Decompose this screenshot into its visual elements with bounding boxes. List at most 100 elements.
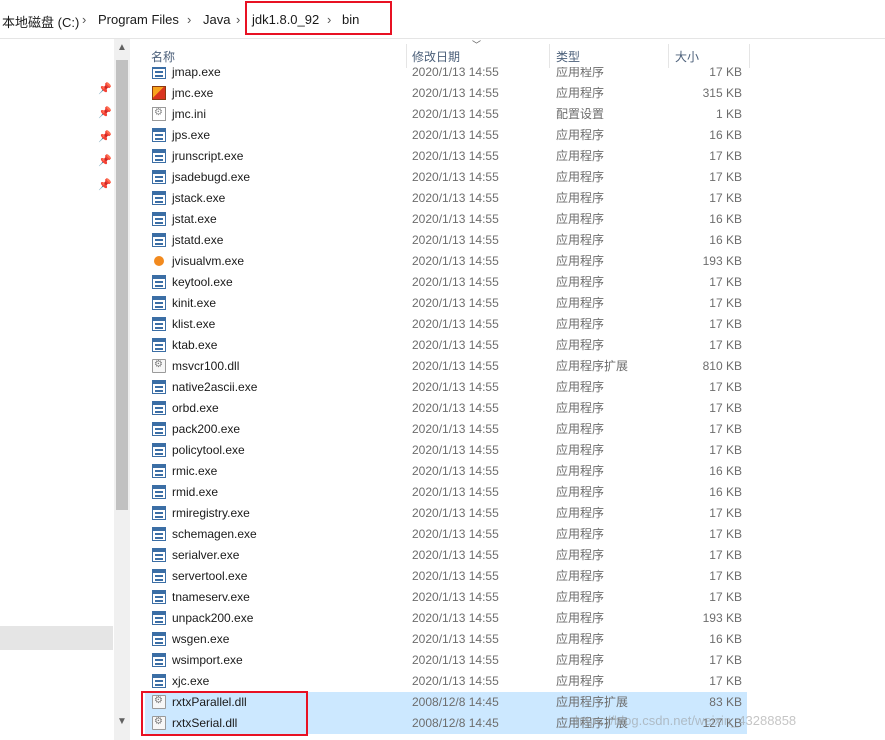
pin-icon: 📌: [98, 179, 112, 191]
file-size: 17 KB: [709, 380, 742, 394]
file-size: 17 KB: [709, 296, 742, 310]
file-type: 应用程序: [556, 590, 605, 604]
highlight-box: [245, 1, 392, 35]
file-row[interactable]: msvcr100.dll 2020/1/13 14:55 应用程序扩展 810 KB: [145, 356, 747, 377]
file-row[interactable]: orbd.exe 2020/1/13 14:55 应用程序 17 KB: [145, 398, 747, 419]
file-row[interactable]: jmc.exe 2020/1/13 14:55 应用程序 315 KB: [145, 83, 747, 104]
column-header-size[interactable]: 大小: [671, 44, 751, 68]
file-row[interactable]: rmiregistry.exe 2020/1/13 14:55 应用程序 17 KB: [145, 503, 747, 524]
file-size: 17 KB: [709, 275, 742, 289]
column-divider[interactable]: [549, 44, 550, 68]
watermark: https://blog.csdn.net/weixin_43288858: [575, 713, 797, 728]
dll-icon: [152, 359, 166, 373]
file-row[interactable]: jrunscript.exe 2020/1/13 14:55 应用程序 17 KB: [145, 146, 747, 167]
file-row[interactable]: pack200.exe 2020/1/13 14:55 应用程序 17 KB: [145, 419, 747, 440]
file-date: 2008/12/8 14:45: [412, 695, 499, 709]
ini-icon: [152, 107, 166, 121]
file-name: klist.exe: [172, 317, 216, 331]
column-divider[interactable]: [406, 44, 407, 68]
file-name: orbd.exe: [172, 401, 219, 415]
file-type: 应用程序: [556, 149, 605, 163]
file-row[interactable]: wsimport.exe 2020/1/13 14:55 应用程序 17 KB: [145, 650, 747, 671]
breadcrumb-chevron-icon[interactable]: ›: [187, 12, 191, 27]
file-row[interactable]: jsadebugd.exe 2020/1/13 14:55 应用程序 17 KB: [145, 167, 747, 188]
address-bar[interactable]: 本地磁盘 (C:) › Program Files › Java › jdk1.…: [0, 0, 885, 39]
highlight-box: [141, 691, 308, 736]
file-row[interactable]: ktab.exe 2020/1/13 14:55 应用程序 17 KB: [145, 335, 747, 356]
file-row[interactable]: jstack.exe 2020/1/13 14:55 应用程序 17 KB: [145, 188, 747, 209]
file-date: 2020/1/13 14:55: [412, 128, 499, 142]
pin-icon: 📌: [98, 107, 112, 119]
file-row[interactable]: jvisualvm.exe 2020/1/13 14:55 应用程序 193 KB: [145, 251, 747, 272]
navigation-pane[interactable]: 📌 📌 📌 📌 📌: [0, 39, 115, 740]
file-row[interactable]: serialver.exe 2020/1/13 14:55 应用程序 17 KB: [145, 545, 747, 566]
file-row[interactable]: jstatd.exe 2020/1/13 14:55 应用程序 16 KB: [145, 230, 747, 251]
file-type: 应用程序: [556, 653, 605, 667]
breadcrumb-chevron-icon[interactable]: ›: [236, 12, 240, 27]
file-row[interactable]: native2ascii.exe 2020/1/13 14:55 应用程序 17 KB: [145, 377, 747, 398]
column-divider[interactable]: [668, 44, 669, 68]
file-name: rmic.exe: [172, 464, 218, 478]
file-type: 应用程序: [556, 170, 605, 184]
breadcrumb-chevron-icon[interactable]: ›: [82, 12, 86, 27]
file-size: 1 KB: [715, 107, 742, 121]
file-size: 810 KB: [702, 359, 742, 373]
file-size: 17 KB: [709, 569, 742, 583]
breadcrumb-program-files[interactable]: Program Files: [98, 12, 179, 27]
file-row[interactable]: wsgen.exe 2020/1/13 14:55 应用程序 16 KB: [145, 629, 747, 650]
file-type: 应用程序: [556, 338, 605, 352]
breadcrumb-drive[interactable]: 本地磁盘 (C:): [2, 12, 79, 31]
file-type: 应用程序: [556, 86, 605, 100]
scroll-down-icon[interactable]: ▼: [115, 716, 129, 730]
jmc-icon: [152, 86, 166, 100]
file-name: ktab.exe: [172, 338, 218, 352]
file-date: 2020/1/13 14:55: [412, 107, 499, 121]
file-row[interactable]: klist.exe 2020/1/13 14:55 应用程序 17 KB: [145, 314, 747, 335]
file-row[interactable]: jmc.ini 2020/1/13 14:55 配置设置 1 KB: [145, 104, 747, 125]
file-type: 应用程序扩展: [556, 359, 629, 373]
column-header-type[interactable]: 类型: [552, 44, 667, 68]
file-size: 17 KB: [709, 422, 742, 436]
file-type: 应用程序: [556, 548, 605, 562]
file-name: jstatd.exe: [172, 233, 224, 247]
file-row[interactable]: jps.exe 2020/1/13 14:55 应用程序 16 KB: [145, 125, 747, 146]
file-name: jsadebugd.exe: [172, 170, 251, 184]
file-type: 应用程序: [556, 527, 605, 541]
scroll-up-icon[interactable]: ▲: [115, 42, 129, 56]
file-date: 2020/1/13 14:55: [412, 632, 499, 646]
file-date: 2020/1/13 14:55: [412, 170, 499, 184]
file-date: 2020/1/13 14:55: [412, 359, 499, 373]
exe-icon: [152, 338, 166, 352]
file-row[interactable]: unpack200.exe 2020/1/13 14:55 应用程序 193 KB: [145, 608, 747, 629]
file-date: 2020/1/13 14:55: [412, 191, 499, 205]
file-row[interactable]: jstat.exe 2020/1/13 14:55 应用程序 16 KB: [145, 209, 747, 230]
column-divider[interactable]: [749, 44, 750, 68]
file-row[interactable]: xjc.exe 2020/1/13 14:55 应用程序 17 KB: [145, 671, 747, 692]
file-size: 17 KB: [709, 548, 742, 562]
exe-icon: [152, 422, 166, 436]
file-date: 2020/1/13 14:55: [412, 485, 499, 499]
file-date: 2020/1/13 14:55: [412, 212, 499, 226]
file-row[interactable]: rmid.exe 2020/1/13 14:55 应用程序 16 KB: [145, 482, 747, 503]
file-size: 16 KB: [709, 632, 742, 646]
exe-icon: [152, 317, 166, 331]
file-type: 应用程序: [556, 569, 605, 583]
scrollbar-thumb[interactable]: [116, 60, 128, 510]
file-row[interactable]: schemagen.exe 2020/1/13 14:55 应用程序 17 KB: [145, 524, 747, 545]
file-name: jstack.exe: [172, 191, 226, 205]
file-row[interactable]: rmic.exe 2020/1/13 14:55 应用程序 16 KB: [145, 461, 747, 482]
sort-chevron-icon: ﹀: [472, 40, 482, 50]
file-row[interactable]: servertool.exe 2020/1/13 14:55 应用程序 17 KB: [145, 566, 747, 587]
file-row[interactable]: keytool.exe 2020/1/13 14:55 应用程序 17 KB: [145, 272, 747, 293]
file-row[interactable]: kinit.exe 2020/1/13 14:55 应用程序 17 KB: [145, 293, 747, 314]
file-date: 2020/1/13 14:55: [412, 233, 499, 247]
exe-icon: [152, 485, 166, 499]
file-row[interactable]: tnameserv.exe 2020/1/13 14:55 应用程序 17 KB: [145, 587, 747, 608]
file-size: 17 KB: [709, 170, 742, 184]
column-header-name[interactable]: 名称: [147, 44, 407, 68]
file-size: 17 KB: [709, 527, 742, 541]
file-row[interactable]: policytool.exe 2020/1/13 14:55 应用程序 17 KB: [145, 440, 747, 461]
breadcrumb-java[interactable]: Java: [203, 12, 230, 27]
nav-selected-item[interactable]: [0, 626, 113, 650]
file-name: jstat.exe: [172, 212, 217, 226]
